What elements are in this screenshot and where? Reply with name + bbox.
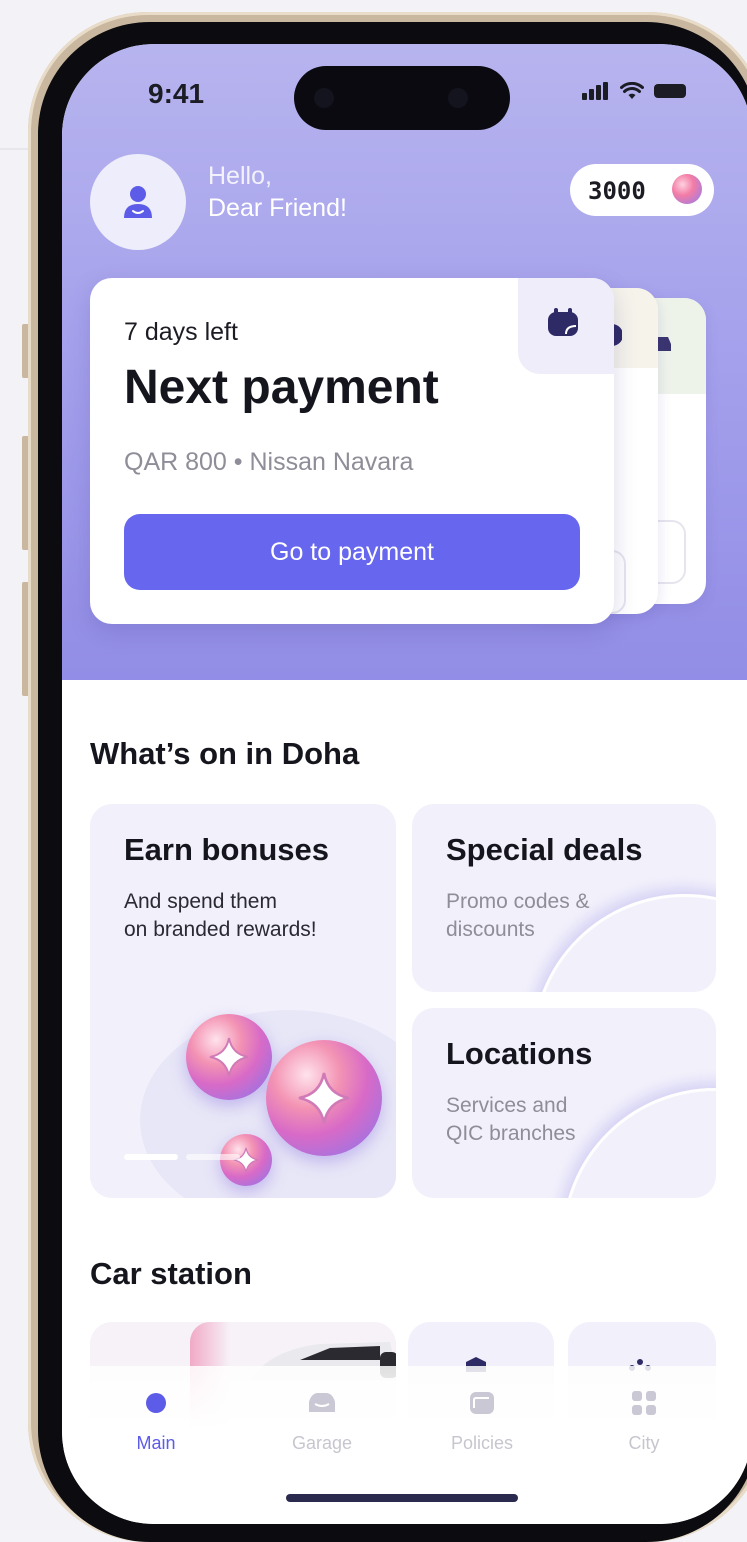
points-badge[interactable]: 3000 [570,164,714,216]
carousel-dot[interactable] [186,1154,240,1160]
tile-title: Earn bonuses [124,832,329,867]
coin-icon [672,174,702,204]
sensor-icon [314,88,334,108]
car-station-title: Car station [90,1256,252,1291]
greeting-name: Dear Friend! [208,194,347,222]
signal-icon [582,82,610,100]
tile-title: Locations [446,1036,593,1071]
bonus-coin-icon [266,1040,382,1156]
tab-city[interactable]: City [584,1386,704,1454]
dynamic-island [294,66,510,130]
car-icon [309,1393,335,1412]
grid-icon [632,1391,656,1415]
folder-icon [470,1392,494,1414]
tile-description: Services and QIC branches [446,1092,576,1148]
status-icons [582,82,686,100]
payment-card[interactable]: 7 days left Next payment QAR 800 • Nissa… [90,278,614,624]
home-dot-icon [146,1393,166,1413]
wallet-icon [548,308,578,336]
tile-description-line: And spend them [124,890,277,913]
user-icon [124,186,152,218]
status-time: 9:41 [148,78,205,109]
camera-icon [448,88,468,108]
whats-on-title: What’s on in Doha [90,736,360,771]
tile-decoration [562,1088,716,1198]
points-value: 3000 [588,177,646,205]
earn-bonuses-tile[interactable]: Earn bonuses And spend them on branded r… [90,804,396,1198]
greeting-hello: Hello, [208,162,272,190]
tile-description-line: Services and [446,1094,568,1117]
days-left-label: 7 days left [124,318,238,346]
tab-label: Garage [291,1433,353,1453]
bonus-coin-icon [186,1014,272,1100]
tab-label: Policies [450,1433,514,1453]
avatar[interactable] [90,154,186,250]
tile-description: And spend them on branded rewards! [124,888,317,944]
payment-title: Next payment [124,361,439,414]
tab-label: City [628,1433,660,1453]
bonus-coin-icon [220,1134,272,1186]
carousel-dots[interactable] [124,1154,240,1160]
payment-details: QAR 800 • Nissan Navara [124,448,414,476]
battery-icon [654,84,686,98]
phone-screen: 9:41 Hello, Dear Friend! 3000 7 days lef… [62,44,747,1524]
locations-tile[interactable]: Locations Services and QIC branches [412,1008,716,1198]
tile-description: Promo codes & discounts [446,888,590,944]
wifi-icon [620,82,644,99]
special-deals-tile[interactable]: Special deals Promo codes & discounts [412,804,716,992]
tile-description-line: Promo codes & [446,890,590,913]
tab-garage[interactable]: Garage [262,1386,382,1454]
tab-main[interactable]: Main [96,1386,216,1454]
card-tag [518,278,614,374]
home-indicator[interactable] [286,1494,518,1502]
tile-description-line: discounts [446,918,535,941]
tab-label: Main [136,1433,176,1453]
tile-title: Special deals [446,832,643,867]
go-to-payment-button[interactable]: Go to payment [124,514,580,590]
carousel-dot-active[interactable] [124,1154,178,1160]
tile-description-line: QIC branches [446,1122,576,1145]
tab-policies[interactable]: Policies [422,1386,542,1454]
tile-description-line: on branded rewards! [124,918,317,941]
